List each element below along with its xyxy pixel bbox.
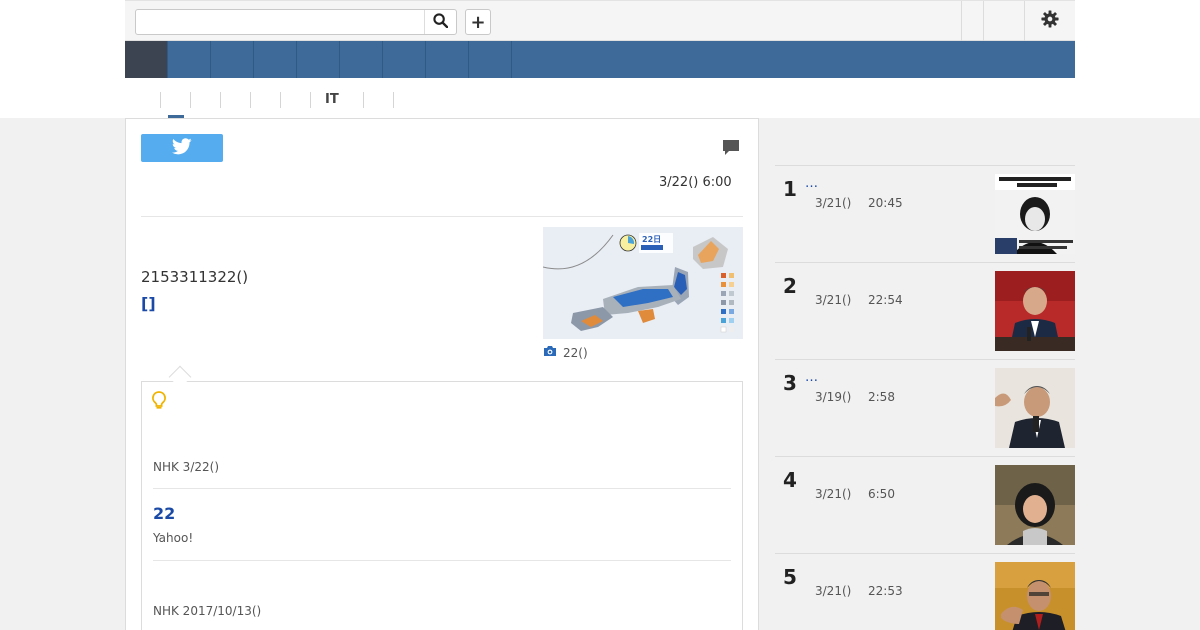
rank-number: 4 — [783, 468, 797, 492]
map-date-label: 22日 — [642, 235, 661, 244]
comment-icon[interactable] — [722, 139, 740, 160]
add-label: + — [470, 11, 486, 33]
divider — [141, 216, 743, 217]
tab[interactable] — [160, 92, 161, 108]
tab[interactable] — [363, 92, 364, 108]
main-nav — [125, 41, 1075, 78]
divider — [153, 560, 731, 561]
rank-thumbnail[interactable] — [995, 465, 1075, 545]
related-article-title[interactable]: 22 — [153, 504, 175, 523]
image-caption-text: 22() — [563, 345, 588, 360]
article-date: 3/22() 6:00 — [659, 175, 732, 190]
image-caption: 22() — [543, 345, 588, 360]
rank-date: 3/21() — [815, 196, 852, 210]
add-button[interactable]: + — [465, 9, 491, 35]
header-divider — [983, 1, 984, 41]
ranking-item[interactable]: 1 … 3/21() 20:45 — [775, 166, 1075, 263]
article-body-link[interactable]: [] — [141, 294, 156, 313]
category-tabs: IT — [125, 78, 1075, 118]
nav-item-home[interactable] — [125, 41, 168, 78]
search-icon — [433, 12, 449, 32]
rank-number: 3 — [783, 371, 797, 395]
tab-it[interactable]: IT — [310, 92, 339, 108]
twitter-share-button[interactable] — [141, 134, 223, 162]
rank-date: 3/21() — [815, 487, 852, 501]
nav-item[interactable] — [168, 41, 211, 78]
tab[interactable] — [220, 92, 221, 108]
nav-item[interactable] — [254, 41, 297, 78]
nav-item[interactable] — [340, 41, 383, 78]
lightbulb-icon — [152, 391, 166, 414]
ranking-item[interactable]: 4 3/21() 6:50 — [775, 457, 1075, 554]
rank-title[interactable]: … — [805, 176, 818, 191]
rank-date: 3/19() — [815, 390, 852, 404]
weather-map-image[interactable]: 22日 — [543, 227, 743, 339]
rank-title[interactable]: … — [805, 370, 818, 385]
article-body: 2153311322() — [141, 268, 249, 286]
rank-number: 1 — [783, 177, 797, 201]
related-article-source: Yahoo! — [153, 531, 194, 545]
nav-item[interactable] — [383, 41, 426, 78]
nav-item[interactable] — [469, 41, 512, 78]
rank-time: 6:50 — [868, 487, 895, 501]
nav-item[interactable] — [426, 41, 469, 78]
related-articles-box: NHK 3/22() 22 Yahoo! NHK 2017/10/13() — [141, 381, 743, 630]
rank-date: 3/21() — [815, 584, 852, 598]
rank-time: 22:53 — [868, 584, 903, 598]
gear-icon — [1041, 10, 1059, 32]
rank-thumbnail[interactable] — [995, 562, 1075, 630]
rank-thumbnail[interactable] — [995, 368, 1075, 448]
rank-time: 20:45 — [868, 196, 903, 210]
related-source: NHK 2017/10/13() — [153, 604, 262, 618]
rank-number: 2 — [783, 274, 797, 298]
ranking-item[interactable]: 2 3/21() 22:54 — [775, 263, 1075, 360]
nav-item[interactable] — [297, 41, 340, 78]
search-input[interactable] — [136, 10, 424, 34]
rank-time: 2:58 — [868, 390, 895, 404]
header-divider — [961, 1, 962, 41]
rank-thumbnail[interactable] — [995, 271, 1075, 351]
ranking-item[interactable]: 3 … 3/19() 2:58 — [775, 360, 1075, 457]
tab[interactable] — [280, 92, 281, 108]
search-button[interactable] — [424, 10, 456, 34]
camera-icon — [543, 345, 557, 360]
twitter-icon — [171, 137, 192, 159]
rank-thumbnail[interactable] — [995, 174, 1075, 254]
ranking-item[interactable]: 5 3/21() 22:53 — [775, 554, 1075, 630]
tab[interactable] — [393, 92, 394, 108]
divider — [153, 488, 731, 489]
related-source: NHK 3/22() — [153, 460, 219, 474]
tab[interactable] — [190, 92, 191, 108]
header-bar: + — [125, 0, 1075, 41]
search-box — [135, 9, 457, 35]
rank-time: 22:54 — [868, 293, 903, 307]
rank-number: 5 — [783, 565, 797, 589]
article-panel: 3/22() 6:00 2153311322() [] 22日 22() NHK… — [125, 118, 759, 630]
tab[interactable] — [250, 92, 251, 108]
rank-date: 3/21() — [815, 293, 852, 307]
settings-button[interactable] — [1025, 1, 1075, 41]
nav-item[interactable] — [211, 41, 254, 78]
